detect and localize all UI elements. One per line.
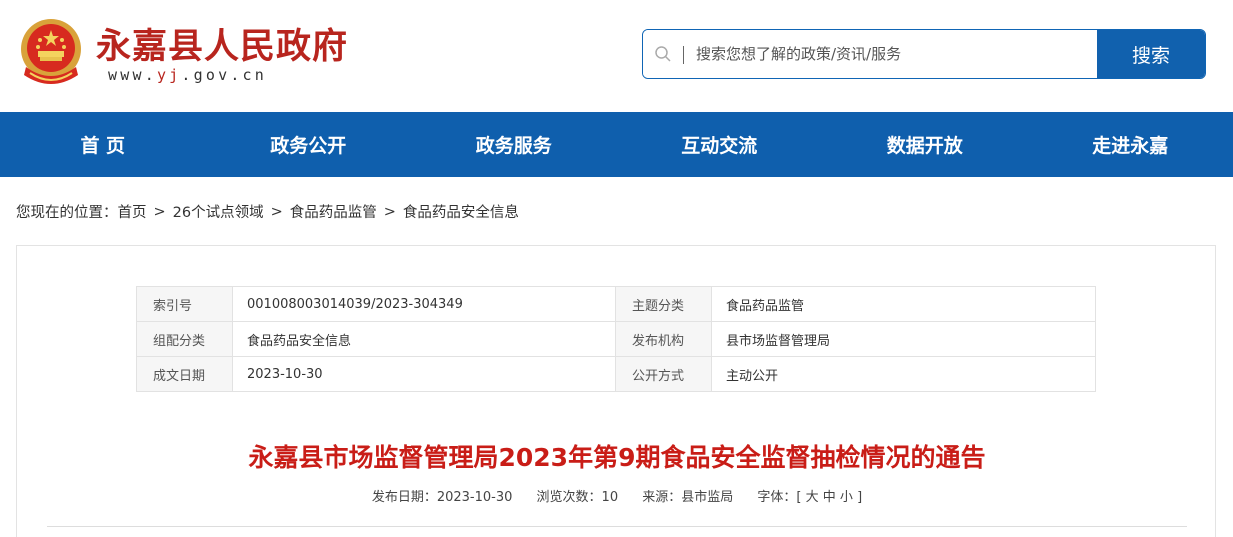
url-prefix: www. xyxy=(108,66,157,84)
meta-key-topic: 主题分类 xyxy=(615,286,712,322)
nav-item-government-services[interactable]: 政务服务 xyxy=(411,112,617,177)
table-row: 成文日期 2023-10-30 公开方式 主动公开 xyxy=(136,356,1096,392)
meta-value-publisher: 县市场监督管理局 xyxy=(711,321,1096,357)
table-row: 索引号 001008003014039/2023-304349 主题分类 食品药… xyxy=(136,286,1096,322)
font-large-button[interactable]: 大 xyxy=(806,490,819,505)
search-icon xyxy=(655,46,671,62)
national-emblem-icon[interactable] xyxy=(16,15,86,91)
divider xyxy=(47,526,1187,527)
metadata-table: 索引号 001008003014039/2023-304349 主题分类 食品药… xyxy=(136,286,1096,392)
breadcrumb: 您现在的位置： 首页 > 26个试点领域 > 食品药品监管 > 食品药品安全信息 xyxy=(16,201,519,222)
search-box xyxy=(643,30,1097,78)
meta-value-disclosure-method: 主动公开 xyxy=(711,356,1096,392)
nav-item-about-yongjia[interactable]: 走进永嘉 xyxy=(1028,112,1233,177)
breadcrumb-prefix: 您现在的位置： xyxy=(16,205,118,221)
breadcrumb-item-food-drug-safety-info[interactable]: 食品药品安全信息 xyxy=(403,201,519,222)
article-panel: 索引号 001008003014039/2023-304349 主题分类 食品药… xyxy=(16,245,1216,537)
font-size-label: 字体：[ xyxy=(757,490,802,505)
breadcrumb-separator: > xyxy=(270,203,283,220)
publish-date: 发布日期：2023-10-30 xyxy=(371,490,513,505)
font-size-control: 字体：[ 大 中 小 ] xyxy=(757,490,862,505)
nav-item-open-data[interactable]: 数据开放 xyxy=(822,112,1028,177)
breadcrumb-separator: > xyxy=(153,203,166,220)
article-source: 来源：县市监局 xyxy=(642,490,734,505)
meta-value-topic: 食品药品监管 xyxy=(711,286,1096,322)
search-bar: 搜索 xyxy=(642,29,1206,79)
meta-key-category: 组配分类 xyxy=(136,321,233,357)
site-header: 永嘉县人民政府 www.yj.gov.cn 搜索 xyxy=(0,0,1233,112)
breadcrumb-item-pilot-areas[interactable]: 26个试点领域 xyxy=(173,201,264,222)
font-size-close: ] xyxy=(857,490,863,505)
meta-value-written-date: 2023-10-30 xyxy=(232,356,616,392)
meta-value-category: 食品药品安全信息 xyxy=(232,321,616,357)
font-medium-button[interactable]: 中 xyxy=(823,490,836,505)
nav-item-interaction[interactable]: 互动交流 xyxy=(617,112,823,177)
search-button[interactable]: 搜索 xyxy=(1097,30,1205,78)
meta-key-index-number: 索引号 xyxy=(136,286,233,322)
breadcrumb-separator: > xyxy=(383,203,396,220)
table-row: 组配分类 食品药品安全信息 发布机构 县市场监督管理局 xyxy=(136,321,1096,357)
search-divider xyxy=(683,46,684,64)
font-small-button[interactable]: 小 xyxy=(840,490,853,505)
article-info: 发布日期：2023-10-30 浏览次数：10 来源：县市监局 字体：[ 大 中… xyxy=(17,486,1217,505)
site-url: www.yj.gov.cn xyxy=(108,66,267,84)
breadcrumb-item-food-drug-regulation[interactable]: 食品药品监管 xyxy=(290,201,377,222)
url-suffix: .gov.cn xyxy=(181,66,268,84)
article-title: 永嘉县市场监督管理局2023年第9期食品安全监督抽检情况的通告 xyxy=(248,443,986,472)
meta-key-disclosure-method: 公开方式 xyxy=(615,356,712,392)
meta-key-publisher: 发布机构 xyxy=(615,321,712,357)
url-highlight: yj xyxy=(156,66,182,84)
main-nav: 首 页 政务公开 政务服务 互动交流 数据开放 走进永嘉 xyxy=(0,112,1233,177)
view-count: 浏览次数：10 xyxy=(536,490,619,505)
search-input[interactable] xyxy=(696,30,1086,78)
nav-item-government-affairs[interactable]: 政务公开 xyxy=(206,112,412,177)
site-title[interactable]: 永嘉县人民政府 xyxy=(96,18,348,69)
meta-key-written-date: 成文日期 xyxy=(136,356,233,392)
meta-value-index-number: 001008003014039/2023-304349 xyxy=(232,286,616,322)
breadcrumb-item-home[interactable]: 首页 xyxy=(118,201,147,222)
nav-item-home[interactable]: 首 页 xyxy=(0,112,206,177)
